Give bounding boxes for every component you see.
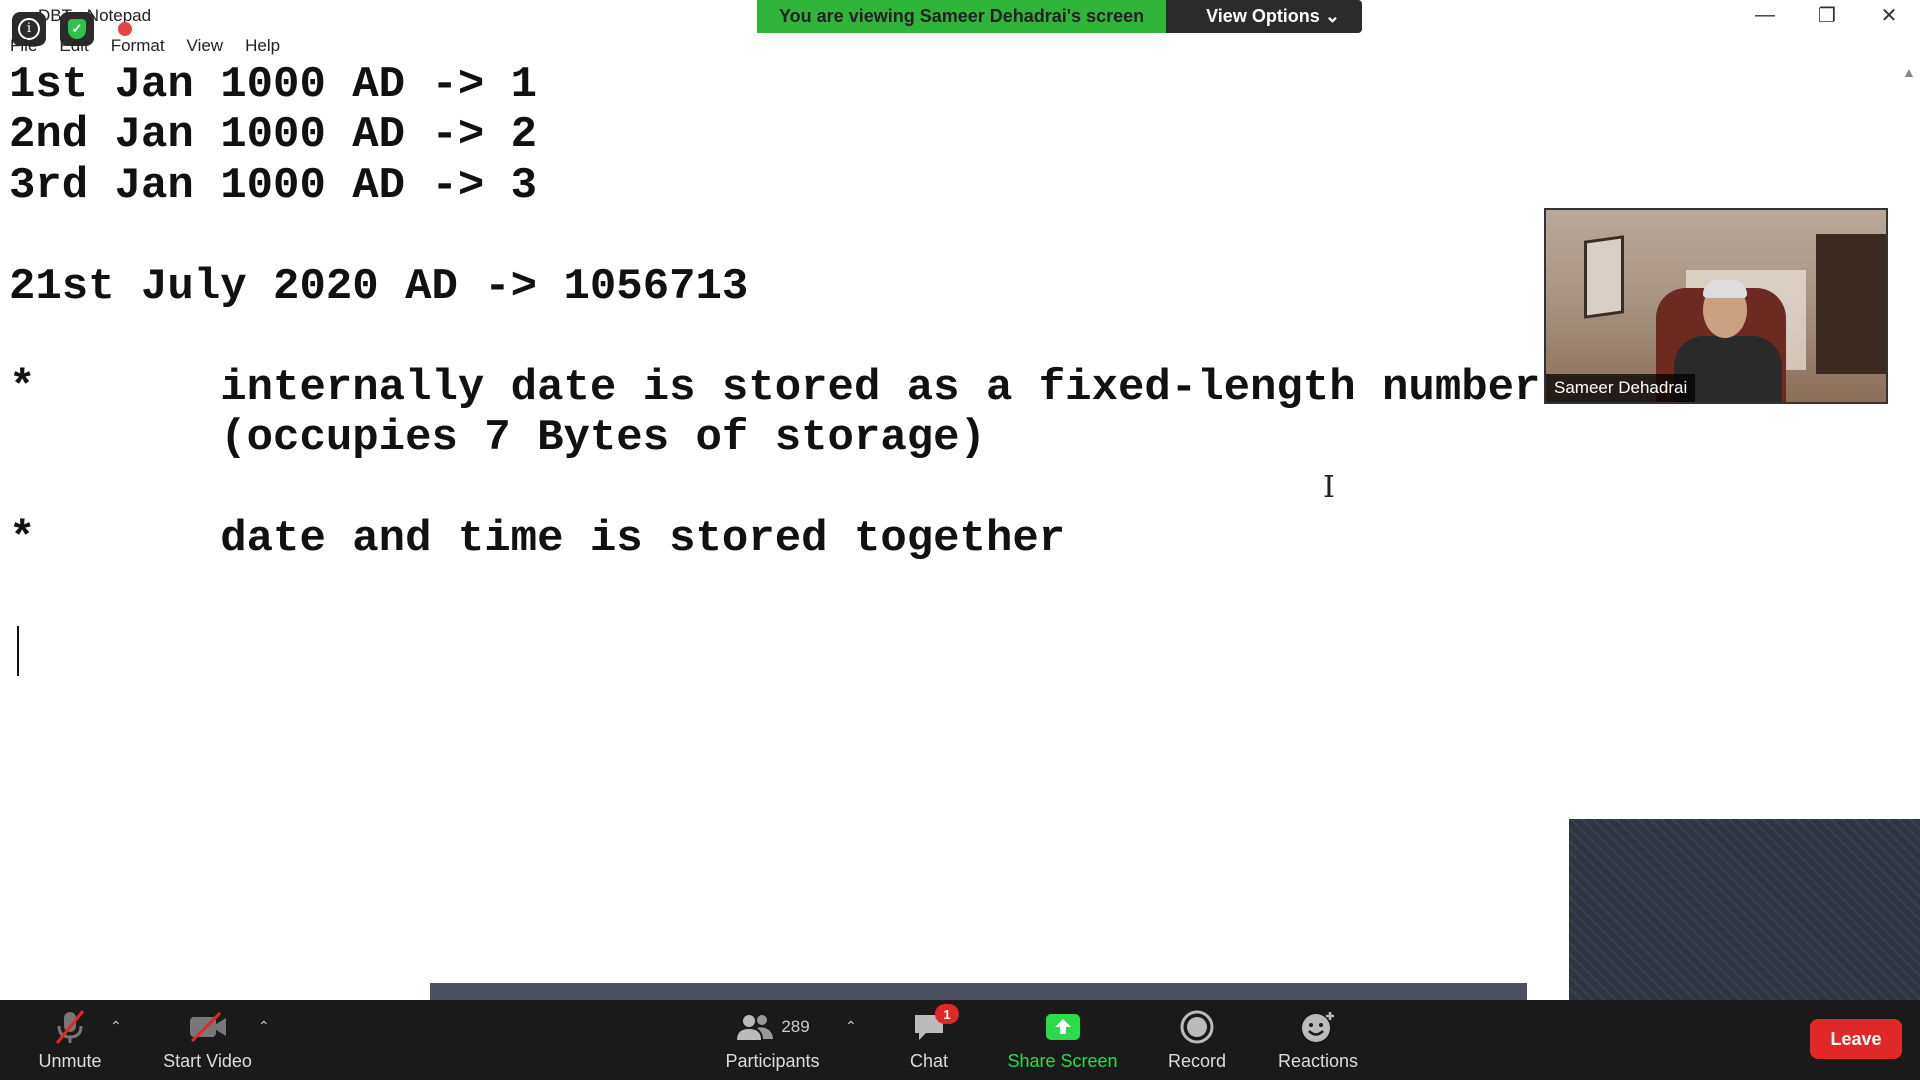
muted-microphone-icon (53, 1007, 87, 1047)
screen-share-banner: You are viewing Sameer Dehadrai's screen… (757, 0, 1362, 33)
unmute-button[interactable]: Unmute (20, 1000, 120, 1080)
audio-options-caret-icon[interactable]: ⌃ (110, 1018, 122, 1035)
minimize-button[interactable]: — (1734, 0, 1796, 30)
leave-button[interactable]: Leave (1810, 1019, 1902, 1059)
text-caret (17, 626, 19, 676)
video-person-hair (1703, 280, 1747, 298)
reactions-icon (1300, 1007, 1336, 1047)
text-line: (occupies 7 Bytes of storage) (9, 413, 986, 463)
text-line: 2nd Jan 1000 AD -> 2 (9, 110, 538, 160)
menu-format[interactable]: Format (109, 34, 167, 58)
empty-video-area (1569, 819, 1920, 1000)
chat-unread-badge: 1 (935, 1004, 959, 1024)
menu-bar: File Edit Format View Help (8, 34, 282, 58)
text-line: 21st July 2020 AD -> 1056713 (9, 262, 749, 312)
reactions-button[interactable]: Reactions (1268, 1000, 1368, 1080)
participants-icon: 289 (735, 1007, 810, 1047)
close-button[interactable]: ✕ (1858, 0, 1920, 30)
reactions-label: Reactions (1277, 1051, 1359, 1071)
record-button[interactable]: Record (1156, 1000, 1238, 1080)
menu-view[interactable]: View (185, 34, 226, 58)
start-video-button[interactable]: Start Video (150, 1000, 265, 1080)
record-label: Record (1167, 1051, 1227, 1071)
text-line: * date and time is stored together (9, 514, 1066, 564)
share-screen-icon (1044, 1007, 1082, 1047)
participants-label: Participants (725, 1051, 820, 1071)
menu-file[interactable]: File (8, 34, 39, 58)
participants-options-caret-icon[interactable]: ⌃ (845, 1018, 857, 1035)
text-line: 1st Jan 1000 AD -> 1 (9, 60, 538, 110)
shared-screen-edge (430, 983, 1527, 1000)
scroll-up-icon[interactable]: ▲ (1902, 64, 1916, 80)
text-line: * internally date is stored as a fixed-l… (9, 363, 1541, 413)
share-screen-label: Share Screen (1007, 1051, 1118, 1071)
video-off-icon (188, 1007, 228, 1047)
participant-video-tile[interactable]: Sameer Dehadrai (1544, 208, 1888, 404)
text-cursor-icon: I (1323, 470, 1335, 505)
unmute-label: Unmute (38, 1051, 102, 1071)
menu-help[interactable]: Help (243, 34, 282, 58)
window-controls: — ❐ ✕ (1734, 0, 1920, 30)
start-video-label: Start Video (163, 1051, 252, 1071)
view-options-button[interactable]: View Options ⌄ (1166, 0, 1362, 33)
text-line: 3rd Jan 1000 AD -> 3 (9, 161, 538, 211)
meeting-toolbar: Unmute ⌃ Start Video ⌃ 289 Participants … (0, 1000, 1920, 1080)
participants-count: 289 (781, 1017, 810, 1036)
participant-name-label: Sameer Dehadrai (1546, 374, 1696, 402)
share-screen-button[interactable]: Share Screen (1000, 1000, 1125, 1080)
viewing-banner-text: You are viewing Sameer Dehadrai's screen (757, 0, 1167, 33)
chat-label: Chat (909, 1051, 949, 1071)
window-title: DBT - Notepad (38, 6, 152, 25)
restore-button[interactable]: ❐ (1796, 0, 1858, 30)
menu-edit[interactable]: Edit (57, 34, 90, 58)
video-shelf (1816, 234, 1886, 374)
record-icon (1180, 1007, 1214, 1047)
participants-button[interactable]: 289 Participants (715, 1000, 830, 1080)
video-picture-frame (1584, 235, 1624, 319)
video-options-caret-icon[interactable]: ⌃ (258, 1018, 270, 1035)
